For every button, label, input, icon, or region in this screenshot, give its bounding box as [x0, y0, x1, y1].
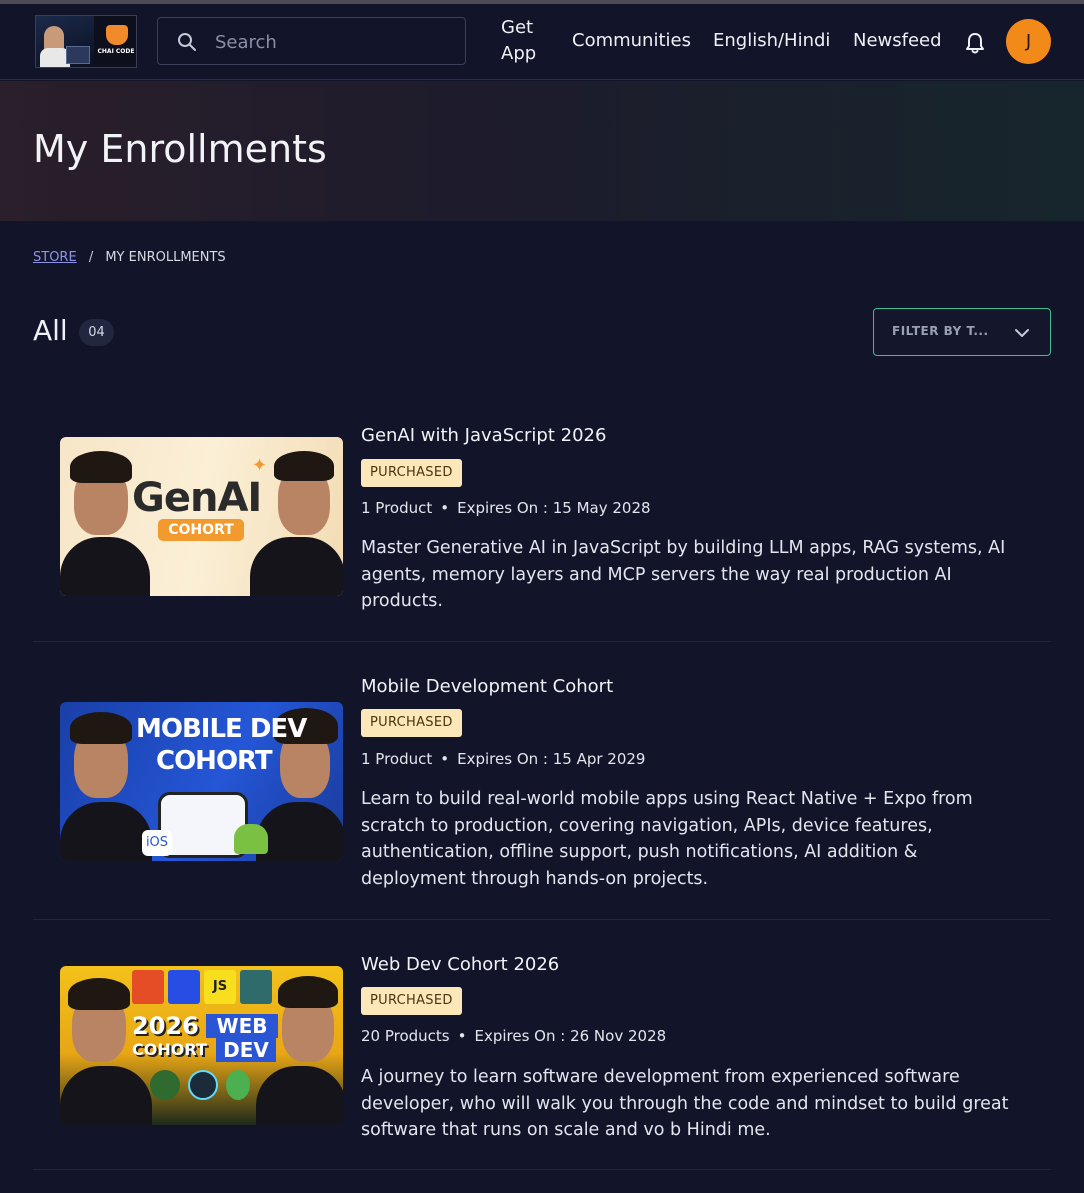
- android-icon: [234, 824, 268, 854]
- thumbnail-title: MOBILE DEV: [136, 714, 307, 744]
- expiry-date: Expires On : 15 Apr 2029: [457, 750, 646, 768]
- status-badge: PURCHASED: [361, 459, 462, 487]
- html5-icon: [132, 970, 164, 1004]
- thumbnail-title: WEB: [206, 1014, 278, 1038]
- course-title[interactable]: Mobile Development Cohort: [361, 676, 613, 697]
- expiry-date: Expires On : 15 May 2028: [457, 499, 651, 517]
- course-meta: 1 Product • Expires On : 15 Apr 2029: [361, 750, 646, 768]
- breadcrumb-store-link[interactable]: STORE: [33, 250, 77, 265]
- search-icon: [178, 33, 196, 51]
- enrollment-card[interactable]: GenAI COHORT ✦ GenAI with JavaScript 202…: [33, 405, 1051, 642]
- course-thumbnail[interactable]: JS 2026 COHORT WEB DEV: [60, 966, 343, 1125]
- breadcrumb-current: MY ENROLLMENTS: [105, 250, 226, 265]
- thumbnail-subtitle: COHORT: [156, 746, 273, 776]
- course-meta: 1 Product • Expires On : 15 May 2028: [361, 499, 651, 517]
- mongodb-icon: [226, 1070, 250, 1100]
- brand-logo[interactable]: CHAI CODE: [35, 15, 137, 68]
- list-filter-label: All: [33, 314, 68, 347]
- thumbnail-title: GenAI: [132, 475, 262, 521]
- product-count: 1 Product: [361, 750, 433, 768]
- enrollment-card[interactable]: MOBILE DEV COHORT iOS Mobile Development…: [33, 642, 1051, 920]
- course-title[interactable]: GenAI with JavaScript 2026: [361, 425, 606, 446]
- course-title[interactable]: Web Dev Cohort 2026: [361, 954, 559, 975]
- status-badge: PURCHASED: [361, 709, 462, 737]
- notification-bell-icon[interactable]: [962, 30, 988, 56]
- javascript-icon: JS: [204, 970, 236, 1004]
- filter-dropdown-label: FILTER BY T...: [892, 324, 989, 338]
- sparkle-icon: ✦: [252, 455, 268, 476]
- ios-icon: iOS: [142, 830, 172, 856]
- page-hero: My Enrollments: [0, 81, 1084, 221]
- tailwind-icon: [240, 970, 272, 1004]
- nav-communities[interactable]: Communities: [572, 28, 691, 54]
- course-description: Master Generative AI in JavaScript by bu…: [361, 538, 1006, 611]
- nav-language-toggle[interactable]: English/Hindi: [713, 28, 830, 54]
- course-description: Learn to build real-world mobile apps us…: [361, 789, 973, 889]
- course-thumbnail[interactable]: GenAI COHORT ✦: [60, 437, 343, 596]
- product-count: 1 Product: [361, 499, 433, 517]
- thumbnail-year: 2026: [132, 1012, 199, 1040]
- status-badge: PURCHASED: [361, 987, 462, 1015]
- page-title: My Enrollments: [33, 127, 327, 171]
- breadcrumb-separator: /: [88, 250, 94, 265]
- react-icon: [188, 1070, 218, 1100]
- enrollment-count-badge: 04: [79, 319, 114, 346]
- search-input[interactable]: [215, 28, 455, 56]
- course-thumbnail[interactable]: MOBILE DEV COHORT iOS: [60, 702, 343, 861]
- nodejs-icon: [150, 1070, 180, 1100]
- nav-get-app[interactable]: Get App: [501, 15, 551, 67]
- chai-cup-icon: [106, 25, 128, 45]
- course-meta: 20 Products • Expires On : 26 Nov 2028: [361, 1027, 667, 1045]
- filter-dropdown[interactable]: FILTER BY T...: [873, 308, 1051, 356]
- thumbnail-subtitle: COHORT: [158, 519, 244, 541]
- thumbnail-title-2: DEV: [216, 1038, 276, 1062]
- course-description: A journey to learn software development …: [361, 1067, 1009, 1140]
- top-navbar: CHAI CODE Get App Communities English/Hi…: [0, 4, 1084, 80]
- nav-newsfeed[interactable]: Newsfeed: [853, 28, 942, 54]
- enrollment-card[interactable]: JS 2026 COHORT WEB DEV Web Dev Cohort 20…: [33, 920, 1051, 1170]
- brand-name: CHAI CODE: [97, 48, 135, 55]
- user-avatar[interactable]: J: [1006, 19, 1051, 64]
- product-count: 20 Products: [361, 1027, 450, 1045]
- chevron-down-icon: [1015, 329, 1029, 337]
- search-box[interactable]: [157, 17, 466, 65]
- css3-icon: [168, 970, 200, 1004]
- breadcrumb: STORE / MY ENROLLMENTS: [33, 250, 226, 265]
- thumbnail-subtitle: COHORT: [132, 1040, 207, 1059]
- expiry-date: Expires On : 26 Nov 2028: [474, 1027, 667, 1045]
